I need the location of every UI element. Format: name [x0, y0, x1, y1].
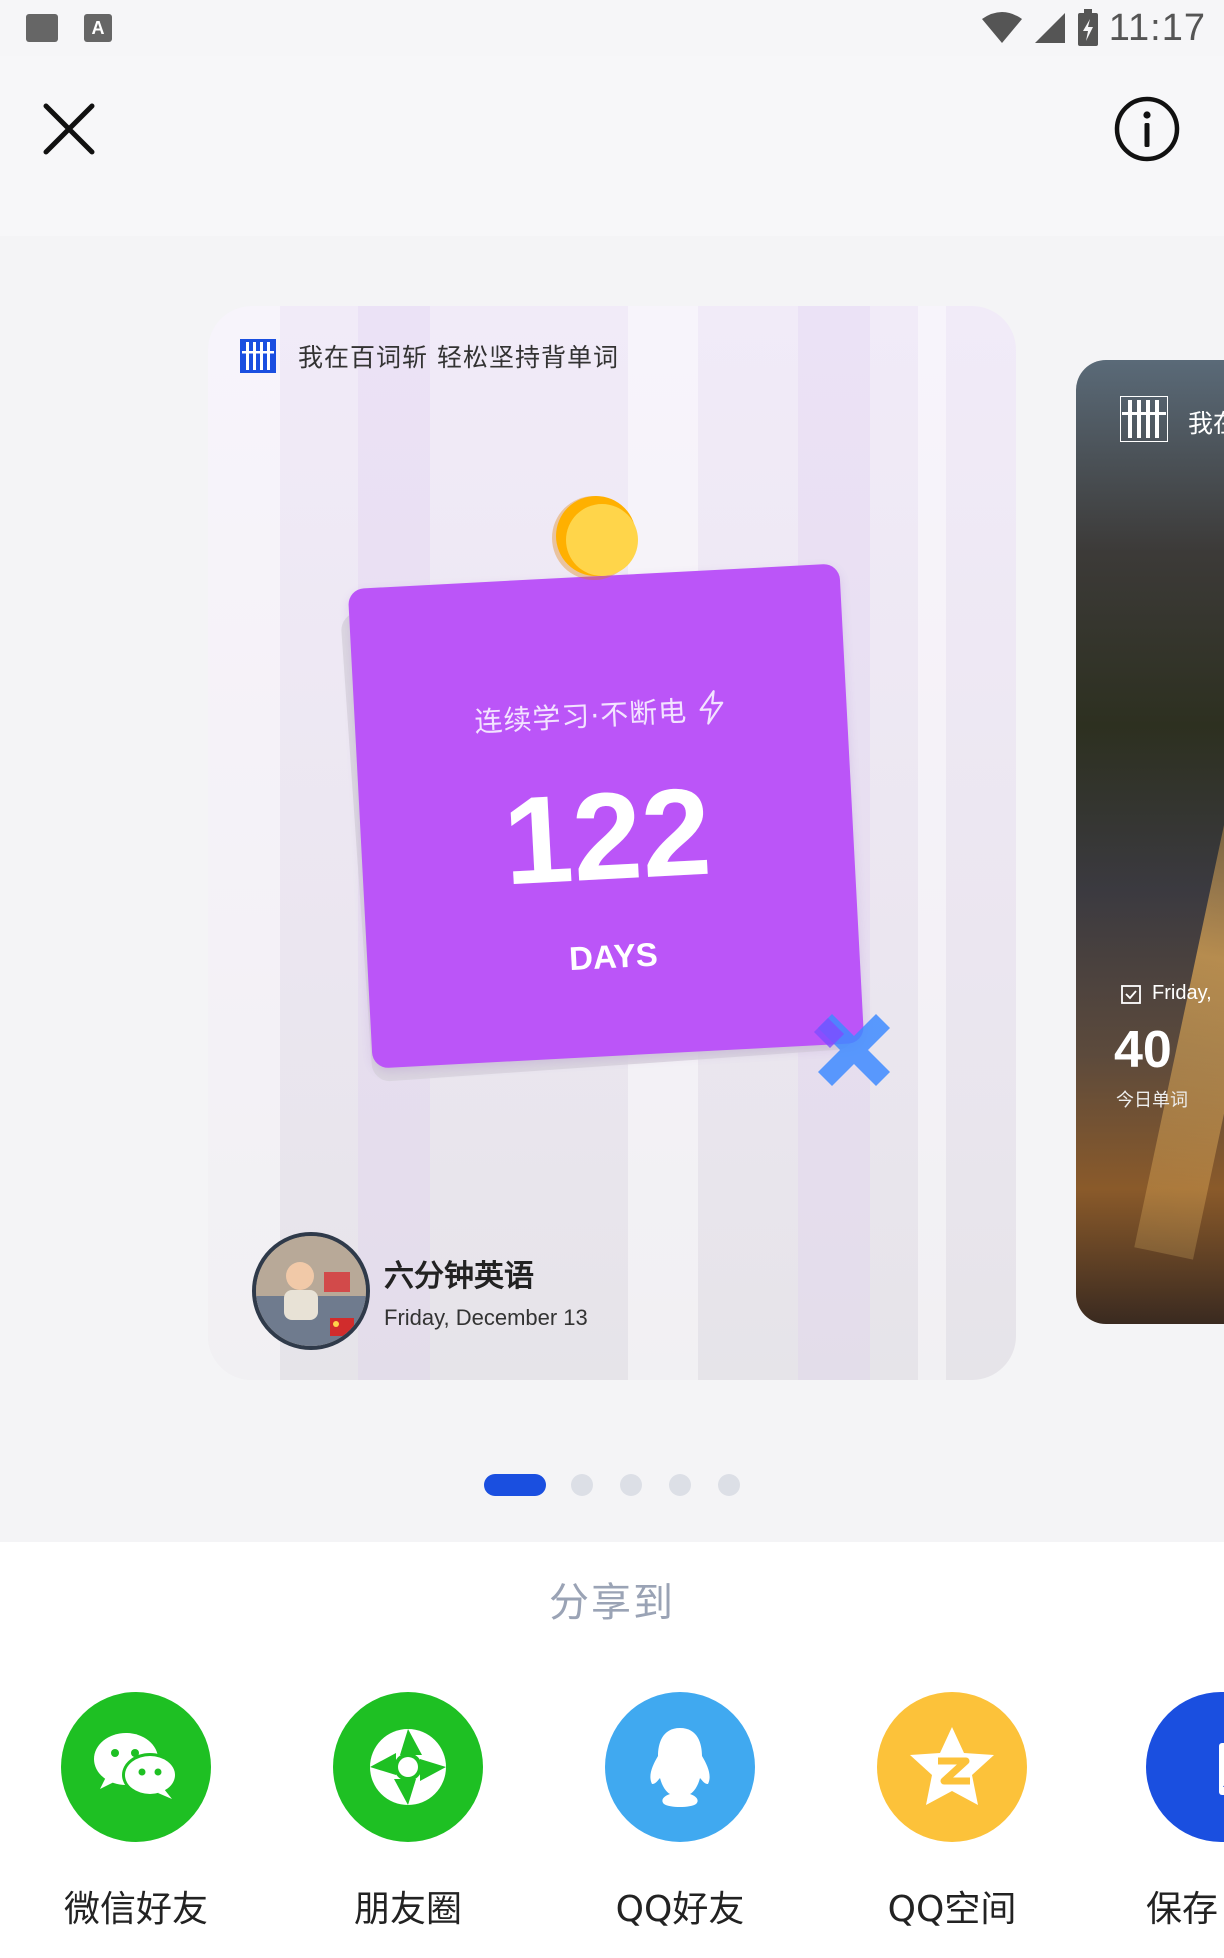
qzone-icon — [877, 1692, 1027, 1842]
app-a-icon: A — [84, 14, 112, 42]
share-wechat-label: 微信好友 — [63, 1889, 208, 1930]
share-qq-label: QQ好友 — [615, 1889, 745, 1930]
info-icon — [1114, 96, 1180, 162]
card-carousel[interactable]: 我在百词斩 轻松坚持背单词 连续学习·不断电 122 DAYS 六分钟英语 Fr… — [0, 236, 1224, 1542]
page-dot[interactable] — [571, 1474, 593, 1496]
avatar-photo — [256, 1236, 366, 1346]
share-qq-button[interactable]: QQ好友 — [580, 1692, 780, 1932]
share-moments-button[interactable]: 朋友圈 — [308, 1692, 508, 1932]
page-indicator — [0, 1466, 1224, 1496]
share-save-label: 保存 — [1146, 1889, 1219, 1930]
page-dot[interactable] — [669, 1474, 691, 1496]
next-card-preview[interactable]: 我在 Friday, 40 今日单词 — [1076, 360, 1224, 1324]
close-icon — [43, 103, 95, 155]
avatar — [252, 1232, 370, 1350]
battery-charging-icon — [1077, 9, 1098, 46]
share-title: 分享到 — [549, 1580, 675, 1626]
status-time: 11:17 — [1108, 6, 1206, 49]
share-panel: 分享到 微信好友 朋友圈 QQ好友 QQ空间 保存 — [0, 1542, 1224, 1958]
page-dot[interactable] — [718, 1474, 740, 1496]
status-right: 11:17 — [981, 6, 1206, 50]
bridge-lights — [1134, 660, 1224, 1260]
card-stripe — [918, 306, 946, 1380]
user-name: 六分钟英语 — [384, 1259, 534, 1294]
streak-subtitle-text: 连续学习·不断电 — [473, 694, 688, 739]
share-moments-label: 朋友圈 — [353, 1889, 462, 1930]
lightning-icon — [699, 690, 724, 725]
page-dot-active[interactable] — [484, 1474, 546, 1496]
share-qzone-label: QQ空间 — [887, 1889, 1017, 1930]
card-slogan: 我在百词斩 轻松坚持背单词 — [298, 343, 619, 372]
peek-count-label: 今日单词 — [1116, 1090, 1188, 1111]
peek-title: 我在 — [1188, 409, 1224, 438]
share-wechat-button[interactable]: 微信好友 — [36, 1692, 236, 1932]
share-qzone-button[interactable]: QQ空间 — [852, 1692, 1052, 1932]
notification-square-icon — [26, 14, 58, 42]
cell-signal-icon — [1034, 13, 1065, 43]
card-date: Friday, December 13 — [384, 1305, 588, 1330]
streak-subtitle: 连续学习·不断电 — [354, 681, 847, 747]
top-bar — [0, 56, 1224, 236]
streak-unit: DAYS — [568, 935, 659, 978]
streak-days: 122 — [500, 762, 715, 912]
page-dot[interactable] — [620, 1474, 642, 1496]
baicizhan-logo-icon — [1120, 396, 1168, 442]
card-header: 我在百词斩 轻松坚持背单词 — [240, 338, 619, 374]
peek-count: 40 — [1114, 1021, 1172, 1079]
moments-icon — [333, 1692, 483, 1842]
peek-date-text: Friday, — [1152, 982, 1212, 1004]
card-stripe — [208, 306, 280, 1380]
share-card[interactable]: 我在百词斩 轻松坚持背单词 连续学习·不断电 122 DAYS 六分钟英语 Fr… — [208, 306, 1016, 1380]
qq-icon — [605, 1692, 755, 1842]
baicizhan-logo-icon — [240, 339, 276, 373]
pin-icon — [552, 496, 638, 580]
card-profile: 六分钟英语 Friday, December 13 — [252, 1232, 588, 1350]
share-save-button[interactable]: 保存 — [1124, 1692, 1224, 1932]
save-image-icon — [1146, 1692, 1224, 1842]
calendar-check-icon — [1121, 984, 1141, 1004]
wifi-icon — [981, 12, 1022, 43]
tape-icon — [814, 1014, 890, 1086]
close-button[interactable] — [36, 96, 102, 162]
peek-date: Friday, — [1120, 982, 1212, 1005]
info-button[interactable] — [1110, 92, 1184, 166]
status-bar: A 11:17 — [0, 0, 1224, 56]
streak-note: 连续学习·不断电 122 DAYS — [347, 563, 865, 1069]
wechat-icon — [61, 1692, 211, 1842]
